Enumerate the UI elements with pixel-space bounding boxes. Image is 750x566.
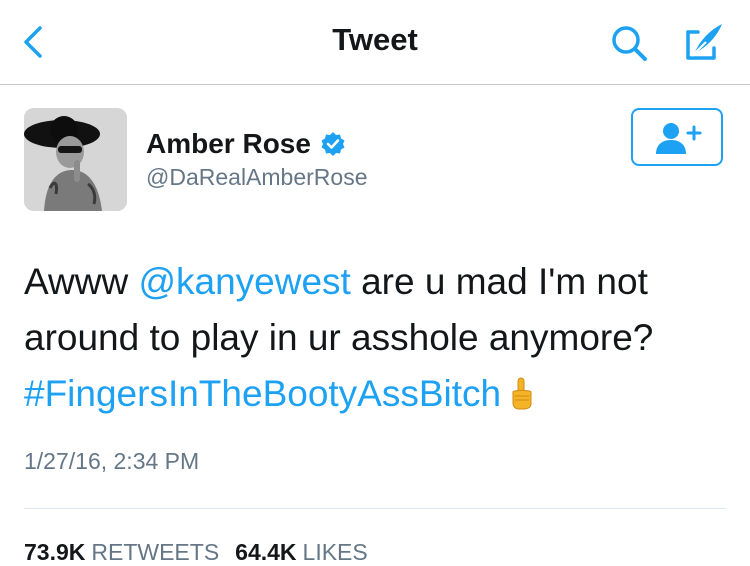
divider bbox=[24, 508, 726, 509]
display-name[interactable]: Amber Rose bbox=[146, 128, 311, 160]
tweet-text: Awww @kanyewest are u mad I'm not around… bbox=[24, 254, 734, 422]
tweet-timestamp: 1/27/16, 2:34 PM bbox=[24, 448, 200, 474]
retweets-label: RETWEETS bbox=[91, 539, 220, 565]
compose-icon bbox=[686, 24, 722, 60]
profile-photo bbox=[24, 108, 127, 211]
compose-button[interactable] bbox=[680, 18, 728, 66]
hashtag-link[interactable]: #FingersInTheBootyAssBitch bbox=[24, 373, 501, 414]
nav-bar: Tweet bbox=[0, 0, 750, 85]
user-handle[interactable]: @DaRealAmberRose bbox=[146, 164, 368, 191]
search-icon bbox=[612, 26, 647, 61]
mention-link[interactable]: @kanyewest bbox=[138, 261, 350, 302]
pointing-up-hand-icon bbox=[512, 377, 532, 410]
follow-button[interactable] bbox=[631, 108, 723, 166]
name-row: Amber Rose bbox=[146, 126, 346, 162]
verified-badge-icon bbox=[321, 132, 345, 156]
likes-label: LIKES bbox=[302, 539, 368, 565]
retweets-count: 73.9K bbox=[24, 539, 86, 565]
tweet-text-part: Awww bbox=[24, 261, 139, 302]
add-user-icon bbox=[656, 123, 702, 154]
search-button[interactable] bbox=[606, 18, 654, 66]
likes-count: 64.4K bbox=[235, 539, 297, 565]
retweets-stat[interactable]: 73.9K RETWEETS bbox=[24, 539, 219, 565]
avatar[interactable] bbox=[24, 108, 127, 211]
likes-stat[interactable]: 64.4K LIKES bbox=[235, 539, 368, 565]
tweet-stats: 73.9K RETWEETS 64.4K LIKES bbox=[24, 538, 368, 566]
